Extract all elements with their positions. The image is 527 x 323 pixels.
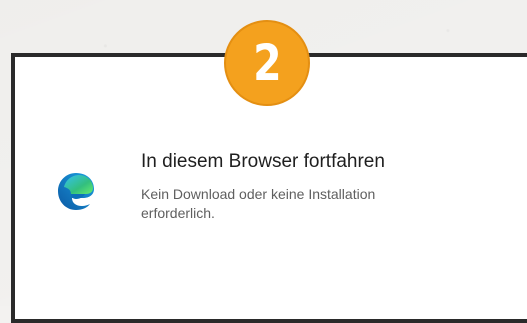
option-title: In diesem Browser fortfahren [141,151,385,172]
step-badge: 2 [224,20,310,106]
option-description: Kein Download oder keine Installation er… [141,186,376,221]
continue-in-browser-option[interactable]: In diesem Browser fortfahren Kein Downlo… [44,148,474,243]
edge-browser-icon [54,169,98,213]
step-number: 2 [252,34,282,92]
